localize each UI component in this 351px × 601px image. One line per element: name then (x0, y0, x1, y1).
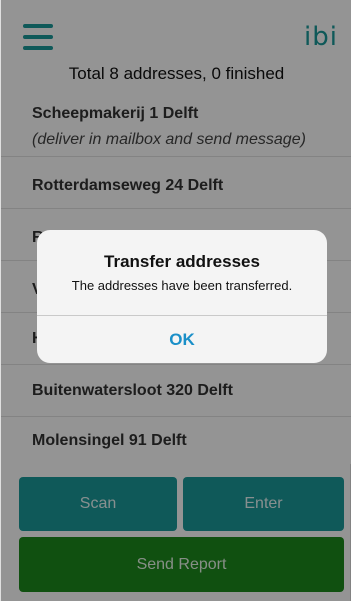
ok-button[interactable]: OK (37, 316, 327, 363)
dialog-message: The addresses have been transferred. (71, 278, 293, 293)
transfer-dialog: Transfer addresses The addresses have be… (37, 230, 327, 363)
dialog-title: Transfer addresses (104, 252, 260, 271)
app-screen: ibi Total 8 addresses, 0 finished Scheep… (0, 0, 351, 601)
